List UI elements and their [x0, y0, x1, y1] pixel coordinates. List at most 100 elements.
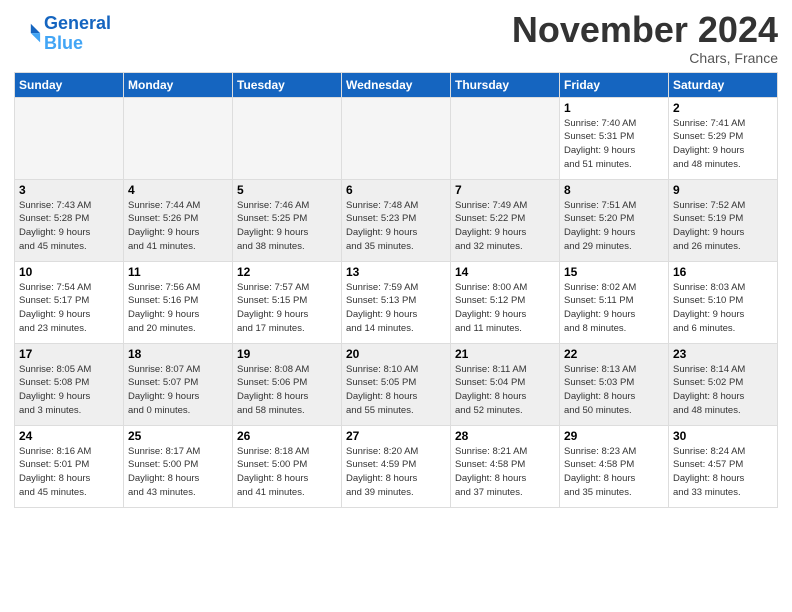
day-info: Sunrise: 8:21 AM Sunset: 4:58 PM Dayligh… [455, 445, 555, 500]
day-cell: 13 Sunrise: 7:59 AM Sunset: 5:13 PM Dayli… [342, 261, 451, 343]
day-info: Sunrise: 8:24 AM Sunset: 4:57 PM Dayligh… [673, 445, 773, 500]
day-info: Sunrise: 8:11 AM Sunset: 5:04 PM Dayligh… [455, 363, 555, 418]
day-cell: 23 Sunrise: 8:14 AM Sunset: 5:02 PM Dayli… [669, 343, 778, 425]
page: General Blue November 2024 Chars, France… [0, 0, 792, 612]
col-header-monday: Monday [124, 72, 233, 97]
location: Chars, France [512, 50, 778, 66]
day-number: 8 [564, 183, 664, 197]
day-number: 3 [19, 183, 119, 197]
day-info: Sunrise: 8:10 AM Sunset: 5:05 PM Dayligh… [346, 363, 446, 418]
day-cell: 21 Sunrise: 8:11 AM Sunset: 5:04 PM Dayli… [451, 343, 560, 425]
day-number: 10 [19, 265, 119, 279]
week-row-1: 1 Sunrise: 7:40 AM Sunset: 5:31 PM Daylig… [15, 97, 778, 179]
day-number: 5 [237, 183, 337, 197]
day-cell: 19Sunrise: 8:08 AM Sunset: 5:06 PM Dayli… [233, 343, 342, 425]
col-header-wednesday: Wednesday [342, 72, 451, 97]
day-number: 30 [673, 429, 773, 443]
day-info: Sunrise: 8:02 AM Sunset: 5:11 PM Dayligh… [564, 281, 664, 336]
col-header-saturday: Saturday [669, 72, 778, 97]
day-cell: 10 Sunrise: 7:54 AM Sunset: 5:17 PM Dayli… [15, 261, 124, 343]
day-number: 27 [346, 429, 446, 443]
day-cell: 28 Sunrise: 8:21 AM Sunset: 4:58 PM Dayli… [451, 425, 560, 507]
week-row-4: 17 Sunrise: 8:05 AM Sunset: 5:08 PM Dayli… [15, 343, 778, 425]
day-number: 1 [564, 101, 664, 115]
day-number: 28 [455, 429, 555, 443]
week-row-5: 24 Sunrise: 8:16 AM Sunset: 5:01 PM Dayli… [15, 425, 778, 507]
title-area: November 2024 Chars, France [512, 10, 778, 66]
day-info: Sunrise: 8:05 AM Sunset: 5:08 PM Dayligh… [19, 363, 119, 418]
day-number: 22 [564, 347, 664, 361]
day-cell: 20 Sunrise: 8:10 AM Sunset: 5:05 PM Dayli… [342, 343, 451, 425]
day-cell: 30 Sunrise: 8:24 AM Sunset: 4:57 PM Dayli… [669, 425, 778, 507]
day-number: 21 [455, 347, 555, 361]
day-cell: 2 Sunrise: 7:41 AM Sunset: 5:29 PM Daylig… [669, 97, 778, 179]
day-cell [124, 97, 233, 179]
day-number: 11 [128, 265, 228, 279]
day-info: Sunrise: 7:51 AM Sunset: 5:20 PM Dayligh… [564, 199, 664, 254]
day-cell: 18Sunrise: 8:07 AM Sunset: 5:07 PM Dayli… [124, 343, 233, 425]
day-number: 29 [564, 429, 664, 443]
day-number: 23 [673, 347, 773, 361]
day-info: Sunrise: 8:00 AM Sunset: 5:12 PM Dayligh… [455, 281, 555, 336]
day-info: Sunrise: 8:14 AM Sunset: 5:02 PM Dayligh… [673, 363, 773, 418]
day-cell: 27 Sunrise: 8:20 AM Sunset: 4:59 PM Dayli… [342, 425, 451, 507]
day-cell: 4 Sunrise: 7:44 AM Sunset: 5:26 PM Daylig… [124, 179, 233, 261]
day-number: 6 [346, 183, 446, 197]
day-number: 4 [128, 183, 228, 197]
day-cell: 3 Sunrise: 7:43 AM Sunset: 5:28 PM Daylig… [15, 179, 124, 261]
calendar: SundayMondayTuesdayWednesdayThursdayFrid… [14, 72, 778, 508]
col-header-tuesday: Tuesday [233, 72, 342, 97]
day-number: 13 [346, 265, 446, 279]
day-cell [451, 97, 560, 179]
col-header-sunday: Sunday [15, 72, 124, 97]
day-cell: 11 Sunrise: 7:56 AM Sunset: 5:16 PM Dayli… [124, 261, 233, 343]
logo-icon [14, 20, 42, 48]
day-info: Sunrise: 8:20 AM Sunset: 4:59 PM Dayligh… [346, 445, 446, 500]
day-number: 16 [673, 265, 773, 279]
day-info: Sunrise: 8:23 AM Sunset: 4:58 PM Dayligh… [564, 445, 664, 500]
header-row: SundayMondayTuesdayWednesdayThursdayFrid… [15, 72, 778, 97]
day-cell: 5 Sunrise: 7:46 AM Sunset: 5:25 PM Daylig… [233, 179, 342, 261]
header: General Blue November 2024 Chars, France [14, 10, 778, 66]
day-cell: 17 Sunrise: 8:05 AM Sunset: 5:08 PM Dayli… [15, 343, 124, 425]
day-number: 15 [564, 265, 664, 279]
day-info: Sunrise: 7:48 AM Sunset: 5:23 PM Dayligh… [346, 199, 446, 254]
day-info: Sunrise: 8:16 AM Sunset: 5:01 PM Dayligh… [19, 445, 119, 500]
day-info: Sunrise: 7:44 AM Sunset: 5:26 PM Dayligh… [128, 199, 228, 254]
day-cell [233, 97, 342, 179]
day-number: 24 [19, 429, 119, 443]
day-number: 9 [673, 183, 773, 197]
logo-text: General Blue [44, 14, 111, 54]
day-number: 20 [346, 347, 446, 361]
day-info: Sunrise: 7:41 AM Sunset: 5:29 PM Dayligh… [673, 117, 773, 172]
day-info: Sunrise: 7:46 AM Sunset: 5:25 PM Dayligh… [237, 199, 337, 254]
col-header-thursday: Thursday [451, 72, 560, 97]
day-number: 2 [673, 101, 773, 115]
day-cell [342, 97, 451, 179]
month-title: November 2024 [512, 10, 778, 50]
day-cell: 6 Sunrise: 7:48 AM Sunset: 5:23 PM Daylig… [342, 179, 451, 261]
day-info: Sunrise: 7:40 AM Sunset: 5:31 PM Dayligh… [564, 117, 664, 172]
week-row-3: 10 Sunrise: 7:54 AM Sunset: 5:17 PM Dayli… [15, 261, 778, 343]
day-info: Sunrise: 7:56 AM Sunset: 5:16 PM Dayligh… [128, 281, 228, 336]
day-info: Sunrise: 7:59 AM Sunset: 5:13 PM Dayligh… [346, 281, 446, 336]
day-info: Sunrise: 7:54 AM Sunset: 5:17 PM Dayligh… [19, 281, 119, 336]
day-number: 17 [19, 347, 119, 361]
day-info: Sunrise: 8:03 AM Sunset: 5:10 PM Dayligh… [673, 281, 773, 336]
day-number: 18 [128, 347, 228, 361]
day-cell: 9 Sunrise: 7:52 AM Sunset: 5:19 PM Daylig… [669, 179, 778, 261]
day-cell: 29 Sunrise: 8:23 AM Sunset: 4:58 PM Dayli… [560, 425, 669, 507]
day-cell: 24 Sunrise: 8:16 AM Sunset: 5:01 PM Dayli… [15, 425, 124, 507]
day-info: Sunrise: 7:57 AM Sunset: 5:15 PM Dayligh… [237, 281, 337, 336]
day-info: Sunrise: 7:43 AM Sunset: 5:28 PM Dayligh… [19, 199, 119, 254]
day-number: 19 [237, 347, 337, 361]
day-info: Sunrise: 7:52 AM Sunset: 5:19 PM Dayligh… [673, 199, 773, 254]
day-cell: 22 Sunrise: 8:13 AM Sunset: 5:03 PM Dayli… [560, 343, 669, 425]
day-number: 7 [455, 183, 555, 197]
week-row-2: 3 Sunrise: 7:43 AM Sunset: 5:28 PM Daylig… [15, 179, 778, 261]
day-number: 26 [237, 429, 337, 443]
day-info: Sunrise: 8:13 AM Sunset: 5:03 PM Dayligh… [564, 363, 664, 418]
day-number: 14 [455, 265, 555, 279]
day-info: Sunrise: 8:17 AM Sunset: 5:00 PM Dayligh… [128, 445, 228, 500]
day-cell: 26Sunrise: 8:18 AM Sunset: 5:00 PM Dayli… [233, 425, 342, 507]
